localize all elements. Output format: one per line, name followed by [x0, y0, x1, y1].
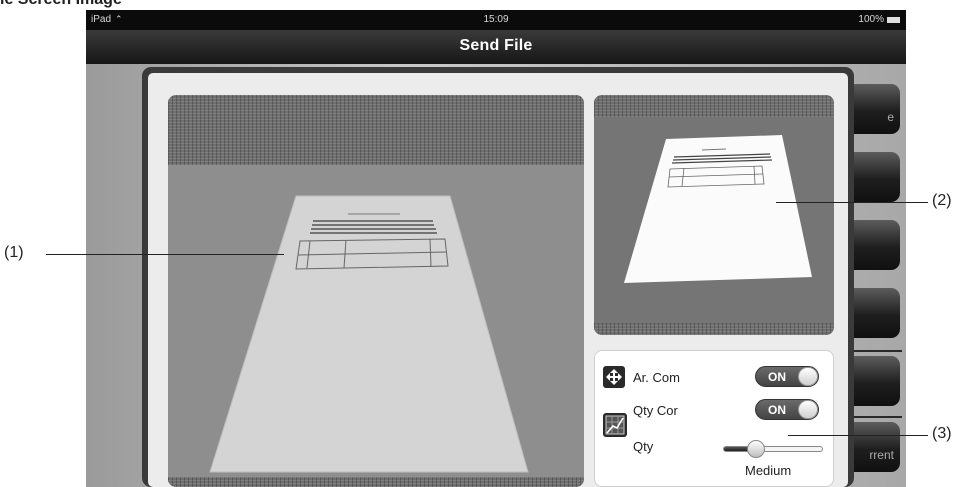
quality-value: Medium	[745, 463, 792, 478]
battery-icon	[887, 16, 900, 23]
area-compensation-toggle[interactable]: ON	[755, 366, 819, 387]
send-file-dialog: Ar. Com ON Qty Cor ON Qty Medium	[142, 67, 854, 487]
status-bar: iPad ⌃ 15:09 100%	[86, 10, 906, 30]
area-compensation-label: Ar. Com	[633, 370, 680, 385]
callout-line-2	[776, 202, 928, 203]
page-title: Send File	[459, 37, 533, 54]
navigation-bar: Send File	[86, 30, 906, 64]
callout-line-3	[788, 435, 928, 436]
callout-label-1: (1)	[4, 244, 24, 261]
dialog-content: Ar. Com ON Qty Cor ON Qty Medium	[148, 73, 848, 487]
callout-label-2: (2)	[932, 192, 952, 209]
area-compensation-icon	[603, 366, 625, 388]
quality-label: Qty	[633, 439, 654, 454]
quality-correction-toggle[interactable]: ON	[755, 399, 819, 420]
callout-label-3: (3)	[932, 425, 952, 442]
status-time: 15:09	[483, 14, 509, 25]
quality-correction-label: Qty Cor	[633, 403, 678, 418]
document-thumbnail-image	[624, 135, 812, 283]
toggle-state: ON	[768, 403, 786, 417]
toggle-state: ON	[768, 370, 786, 384]
quality-slider-thumb[interactable]	[747, 440, 766, 458]
quality-correction-icon	[603, 413, 627, 437]
quality-slider[interactable]	[723, 440, 823, 458]
status-battery: 100%	[858, 14, 900, 25]
scan-settings-panel: Ar. Com ON Qty Cor ON Qty Medium	[594, 350, 834, 487]
thumbnail-preview[interactable]	[594, 95, 834, 335]
document-preview-image	[209, 195, 529, 473]
toggle-knob	[798, 400, 818, 419]
callout-line-1	[46, 254, 284, 255]
toggle-knob	[798, 367, 818, 386]
ipad-screen: iPad ⌃ 15:09 100% Send File e rrent Ar. …	[86, 10, 906, 487]
main-preview[interactable]	[168, 95, 584, 487]
